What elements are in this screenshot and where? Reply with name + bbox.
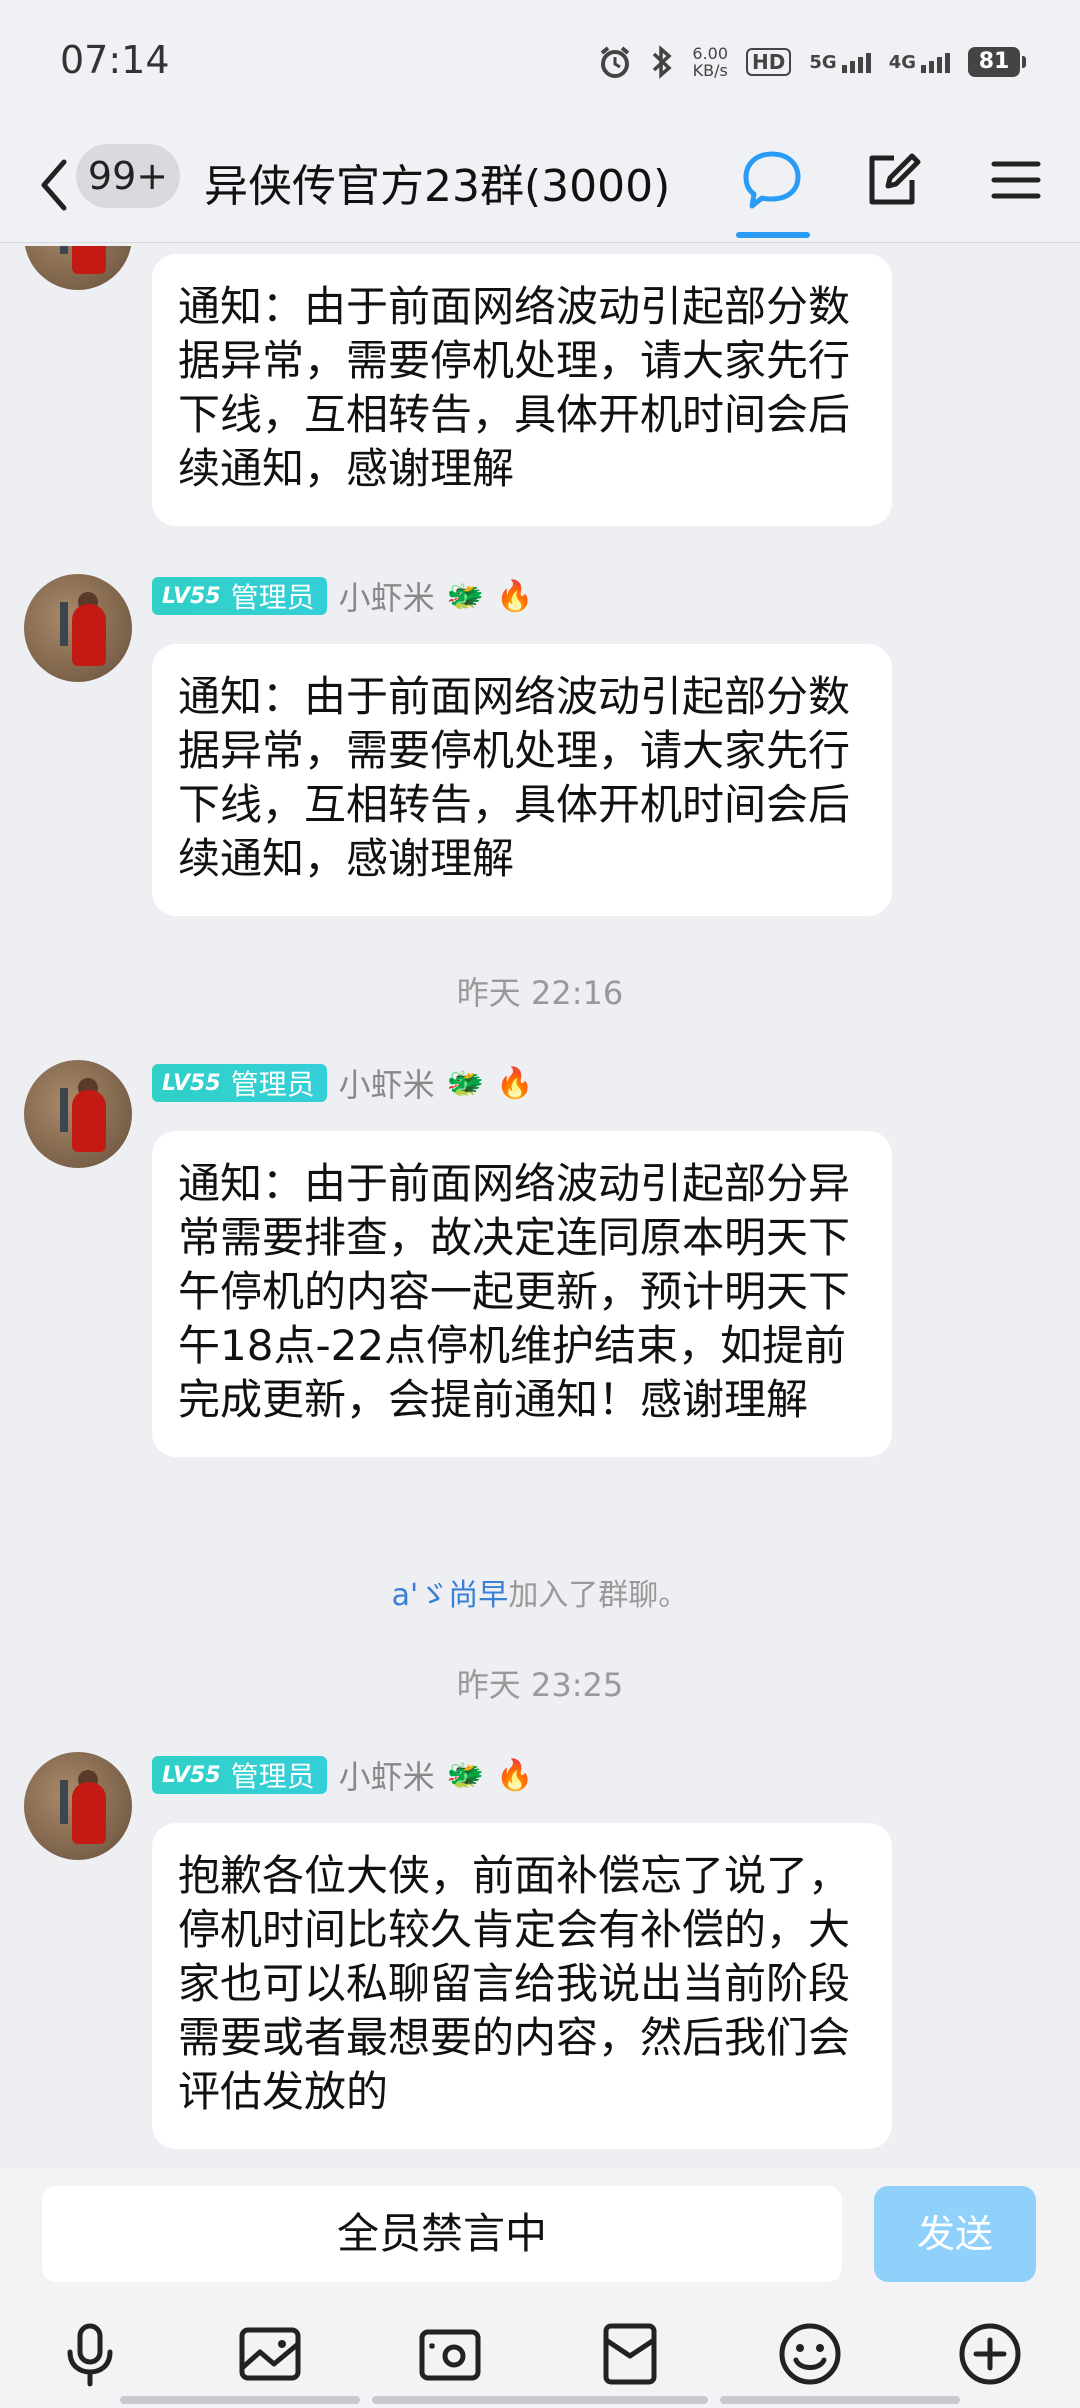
timestamp: 昨天 22:16 xyxy=(456,974,624,1012)
sim1-label: 5G xyxy=(809,51,837,73)
net-speed-value: 6.00 xyxy=(692,44,729,63)
level-label: LV55 xyxy=(162,1762,221,1788)
message-meta: LV55 管理员 小虾米 🐲 🔥 xyxy=(152,1062,533,1104)
system-join-note: a'ゞ尚早加入了群聊。 xyxy=(0,1570,1080,1614)
signal-sim2: 4G xyxy=(889,52,950,73)
message-bubble[interactable]: 抱歉各位大侠，前面补偿忘了说了，停机时间比较久肯定会有补偿的，大家也可以私聊留言… xyxy=(152,1823,892,2149)
home-indicator xyxy=(720,2396,960,2404)
signal-sim1: 5G xyxy=(809,51,871,73)
message-meta: LV55 管理员 小虾米 🐲 🔥 xyxy=(152,575,533,617)
unread-count-badge[interactable]: 99+ xyxy=(76,144,180,208)
network-speed: 6.00 KB/s xyxy=(692,45,728,79)
chat-header: 99+ 异侠传官方23群(3000) xyxy=(0,130,1080,243)
role-label: 管理员 xyxy=(230,1760,315,1793)
battery-indicator: 81 xyxy=(968,47,1026,77)
red-packet-icon[interactable] xyxy=(594,2318,666,2390)
sender-name[interactable]: 小虾米 xyxy=(339,573,435,619)
input-area: 全员禁言中 发送 xyxy=(0,2168,1080,2408)
send-button[interactable]: 发送 xyxy=(874,2186,1036,2282)
admin-level-badge: LV55 管理员 xyxy=(152,1064,327,1102)
hd-badge: HD xyxy=(746,48,792,76)
join-text: 加入了群聊。 xyxy=(508,1578,689,1613)
level-label: LV55 xyxy=(162,583,221,609)
fire-icon: 🔥 xyxy=(496,578,534,614)
status-bar: 07:14 6.00 KB/s HD 5G 4G 81 xyxy=(0,0,1080,130)
back-arrow-icon[interactable] xyxy=(30,150,80,220)
dragon-icon: 🐲 xyxy=(446,578,485,614)
message-bubble[interactable]: 通知：由于前面网络波动引起部分数据异常，需要停机处理，请大家先行下线，互相转告，… xyxy=(152,644,892,916)
alarm-icon xyxy=(601,46,630,78)
sender-name[interactable]: 小虾米 xyxy=(339,1752,435,1798)
role-label: 管理员 xyxy=(230,1068,315,1101)
timestamp: 昨天 23:25 xyxy=(456,1666,624,1704)
home-indicator xyxy=(120,2396,360,2404)
sender-name[interactable]: 小虾米 xyxy=(339,1060,435,1106)
edit-icon[interactable] xyxy=(858,146,926,214)
dragon-icon: 🐲 xyxy=(446,1757,485,1793)
plus-icon[interactable] xyxy=(954,2318,1026,2390)
active-tab-indicator xyxy=(736,232,810,238)
bluetooth-icon xyxy=(653,45,673,79)
status-time: 07:14 xyxy=(60,38,170,82)
role-label: 管理员 xyxy=(230,581,315,614)
joined-user-link[interactable]: a'ゞ尚早 xyxy=(392,1578,509,1613)
level-label: LV55 xyxy=(162,1070,221,1096)
camera-icon[interactable] xyxy=(414,2318,486,2390)
dragon-icon: 🐲 xyxy=(446,1065,485,1101)
avatar[interactable] xyxy=(24,1060,132,1168)
fire-icon: 🔥 xyxy=(496,1065,534,1101)
message-bubble[interactable]: 通知：由于前面网络波动引起部分异常需要排查，故决定连同原本明天下午停机的内容一起… xyxy=(152,1131,892,1457)
message-bubble[interactable]: 通知：由于前面网络波动引起部分数据异常，需要停机处理，请大家先行下线，互相转告，… xyxy=(152,254,892,526)
menu-icon[interactable] xyxy=(982,146,1050,214)
group-title: 异侠传官方23群(3000) xyxy=(204,161,671,212)
fire-icon: 🔥 xyxy=(496,1757,534,1793)
avatar[interactable] xyxy=(24,574,132,682)
home-indicator xyxy=(372,2396,708,2404)
muted-input-field: 全员禁言中 xyxy=(42,2186,842,2282)
image-icon[interactable] xyxy=(234,2318,306,2390)
admin-level-badge: LV55 管理员 xyxy=(152,1756,327,1794)
emoji-icon[interactable] xyxy=(774,2318,846,2390)
message-meta: LV55 管理员 小虾米 🐲 🔥 xyxy=(152,1754,533,1796)
net-speed-unit: KB/s xyxy=(692,61,728,80)
avatar[interactable] xyxy=(24,1752,132,1860)
chat-bubble-icon[interactable] xyxy=(738,146,806,214)
status-icons: 6.00 KB/s HD 5G 4G 81 xyxy=(598,42,1026,82)
admin-level-badge: LV55 管理员 xyxy=(152,577,327,615)
microphone-icon[interactable] xyxy=(54,2318,126,2390)
sim2-label: 4G xyxy=(888,51,916,73)
input-toolbar xyxy=(0,2318,1080,2408)
